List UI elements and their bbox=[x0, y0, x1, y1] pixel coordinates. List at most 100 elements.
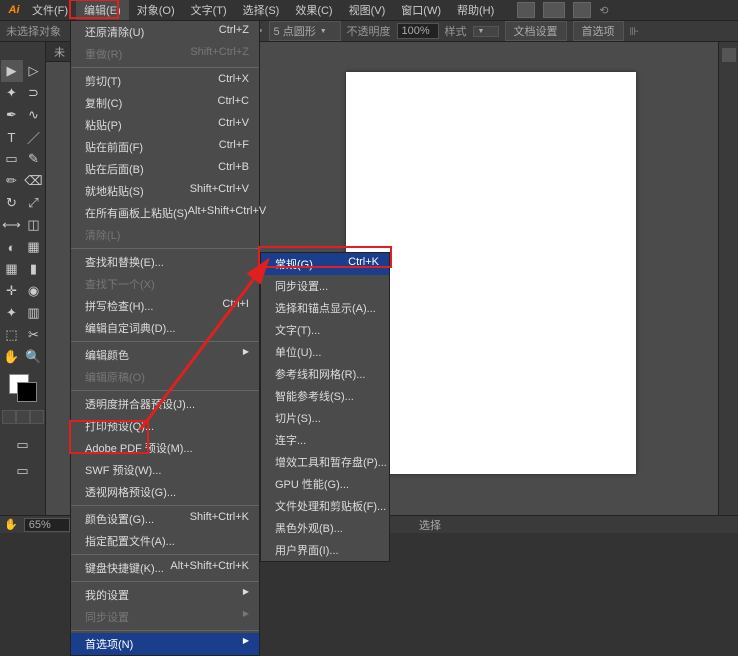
menu-item[interactable]: 打印预设(Q)... bbox=[71, 415, 259, 437]
rectangle-tool[interactable]: ▭ bbox=[1, 148, 23, 170]
selection-tool[interactable]: ▶ bbox=[1, 60, 23, 82]
brush-dropdown[interactable]: 5 点圆形▼ bbox=[269, 21, 341, 41]
zoom-field[interactable]: 65% bbox=[24, 518, 70, 532]
submenu-item[interactable]: 单位(U)... bbox=[261, 341, 389, 363]
submenu-item[interactable]: 常规(G)...Ctrl+K bbox=[261, 253, 389, 275]
blend-tool[interactable]: ◉ bbox=[23, 280, 45, 302]
doc-setup-button[interactable]: 文档设置 bbox=[505, 21, 567, 41]
none-mode[interactable] bbox=[30, 410, 44, 424]
menu-item[interactable]: 键盘快捷键(K)...Alt+Shift+Ctrl+K bbox=[71, 557, 259, 579]
menu-item[interactable]: 首选项(N)▶ bbox=[71, 633, 259, 655]
rotate-tool[interactable]: ↻ bbox=[1, 192, 23, 214]
submenu-item[interactable]: 切片(S)... bbox=[261, 407, 389, 429]
magic-wand-tool[interactable]: ✦ bbox=[1, 82, 23, 104]
scale-tool[interactable]: ⤢ bbox=[23, 192, 45, 214]
paintbrush-tool[interactable]: ✎ bbox=[23, 148, 45, 170]
menu-item[interactable]: 剪切(T)Ctrl+X bbox=[71, 70, 259, 92]
style-label: 样式 bbox=[445, 23, 467, 39]
pen-tool[interactable]: ✒ bbox=[1, 104, 23, 126]
submenu-item[interactable]: 文件处理和剪贴板(F)... bbox=[261, 495, 389, 517]
layout-icon[interactable] bbox=[573, 2, 591, 18]
artboard-tool[interactable]: ⬚ bbox=[1, 324, 23, 346]
type-tool[interactable]: T bbox=[1, 126, 23, 148]
submenu-item[interactable]: 增效工具和暂存盘(P)... bbox=[261, 451, 389, 473]
menu-item[interactable]: 编辑颜色▶ bbox=[71, 344, 259, 366]
hand-icon[interactable]: ✋ bbox=[4, 518, 18, 531]
opacity-label: 不透明度 bbox=[347, 23, 391, 39]
lasso-tool[interactable]: ⊃ bbox=[23, 82, 45, 104]
menu-window[interactable]: 窗口(W) bbox=[393, 0, 449, 20]
mesh-tool[interactable]: ▦ bbox=[1, 258, 23, 280]
submenu-item[interactable]: 参考线和网格(R)... bbox=[261, 363, 389, 385]
preferences-button[interactable]: 首选项 bbox=[573, 21, 624, 41]
curvature-tool[interactable]: ∿ bbox=[23, 104, 45, 126]
submenu-item[interactable]: 选择和锚点显示(A)... bbox=[261, 297, 389, 319]
submenu-item[interactable]: 智能参考线(S)... bbox=[261, 385, 389, 407]
document-tab[interactable]: 未 bbox=[46, 42, 73, 62]
menu-item[interactable]: 指定配置文件(A)... bbox=[71, 530, 259, 552]
menu-item[interactable]: 贴在前面(F)Ctrl+F bbox=[71, 136, 259, 158]
eraser-tool[interactable]: ⌫ bbox=[23, 170, 45, 192]
pencil-tool[interactable]: ✏ bbox=[1, 170, 23, 192]
menu-item[interactable]: 拼写检查(H)...Ctrl+I bbox=[71, 295, 259, 317]
draw-mode[interactable]: ▭ bbox=[12, 434, 34, 456]
menu-select[interactable]: 选择(S) bbox=[235, 0, 288, 20]
sync-icon[interactable]: ⟲ bbox=[599, 4, 608, 17]
submenu-item[interactable]: 用户界面(I)... bbox=[261, 539, 389, 561]
gradient-tool[interactable]: ▮ bbox=[23, 258, 45, 280]
zoom-tool[interactable]: 🔍 bbox=[23, 346, 45, 368]
submenu-item[interactable]: 连字... bbox=[261, 429, 389, 451]
align-icon[interactable]: ⊪ bbox=[630, 25, 640, 38]
layout-icon[interactable] bbox=[517, 2, 535, 18]
menu-object[interactable]: 对象(O) bbox=[129, 0, 183, 20]
menu-edit[interactable]: 编辑(E) bbox=[76, 0, 129, 20]
menu-item[interactable]: Adobe PDF 预设(M)... bbox=[71, 437, 259, 459]
menu-item[interactable]: 还原清除(U)Ctrl+Z bbox=[71, 21, 259, 43]
menu-item[interactable]: SWF 预设(W)... bbox=[71, 459, 259, 481]
menu-item[interactable]: 粘贴(P)Ctrl+V bbox=[71, 114, 259, 136]
menu-item[interactable]: 就地粘贴(S)Shift+Ctrl+V bbox=[71, 180, 259, 202]
submenu-item[interactable]: 黑色外观(B)... bbox=[261, 517, 389, 539]
menu-item[interactable]: 在所有画板上粘贴(S)Alt+Shift+Ctrl+V bbox=[71, 202, 259, 224]
free-transform-tool[interactable]: ◫ bbox=[23, 214, 45, 236]
menu-type[interactable]: 文字(T) bbox=[183, 0, 235, 20]
screen-mode[interactable]: ▭ bbox=[12, 460, 34, 482]
menu-item: 清除(L) bbox=[71, 224, 259, 246]
hand-tool[interactable]: ✋ bbox=[1, 346, 23, 368]
menu-view[interactable]: 视图(V) bbox=[341, 0, 394, 20]
layout-icon[interactable] bbox=[543, 2, 565, 18]
style-dropdown[interactable]: ▼ bbox=[473, 26, 499, 37]
line-tool[interactable]: ／ bbox=[23, 126, 45, 148]
menu-item[interactable]: 贴在后面(B)Ctrl+B bbox=[71, 158, 259, 180]
shape-builder-tool[interactable]: ◐ bbox=[1, 236, 23, 258]
eyedropper-tool[interactable]: ✛ bbox=[1, 280, 23, 302]
gradient-mode[interactable] bbox=[16, 410, 30, 424]
menu-item[interactable]: 颜色设置(G)...Shift+Ctrl+K bbox=[71, 508, 259, 530]
menu-item: 查找下一个(X) bbox=[71, 273, 259, 295]
menu-item: 重做(R)Shift+Ctrl+Z bbox=[71, 43, 259, 65]
menu-item[interactable]: 编辑自定词典(D)... bbox=[71, 317, 259, 339]
menu-item[interactable]: 查找和替换(E)... bbox=[71, 251, 259, 273]
direct-selection-tool[interactable]: ▷ bbox=[23, 60, 45, 82]
status-mode: 选择 bbox=[419, 517, 441, 533]
perspective-tool[interactable]: ▦ bbox=[23, 236, 45, 258]
menu-item[interactable]: 透明度拼合器预设(J)... bbox=[71, 393, 259, 415]
menu-item[interactable]: 透视网格预设(G)... bbox=[71, 481, 259, 503]
panel-icon[interactable] bbox=[722, 48, 736, 62]
menu-help[interactable]: 帮助(H) bbox=[449, 0, 502, 20]
opacity-field[interactable]: 100% bbox=[397, 23, 439, 39]
menu-item: 编辑原稿(O) bbox=[71, 366, 259, 388]
symbol-tool[interactable]: ✦ bbox=[1, 302, 23, 324]
menu-effect[interactable]: 效果(C) bbox=[287, 0, 340, 20]
fill-mode[interactable] bbox=[2, 410, 16, 424]
submenu-item[interactable]: GPU 性能(G)... bbox=[261, 473, 389, 495]
menu-file[interactable]: 文件(F) bbox=[24, 0, 76, 20]
menu-item[interactable]: 我的设置▶ bbox=[71, 584, 259, 606]
graph-tool[interactable]: ▥ bbox=[23, 302, 45, 324]
menu-item[interactable]: 复制(C)Ctrl+C bbox=[71, 92, 259, 114]
submenu-item[interactable]: 同步设置... bbox=[261, 275, 389, 297]
submenu-item[interactable]: 文字(T)... bbox=[261, 319, 389, 341]
color-swatch[interactable] bbox=[9, 374, 37, 402]
width-tool[interactable]: ⟷ bbox=[1, 214, 23, 236]
slice-tool[interactable]: ✂ bbox=[23, 324, 45, 346]
